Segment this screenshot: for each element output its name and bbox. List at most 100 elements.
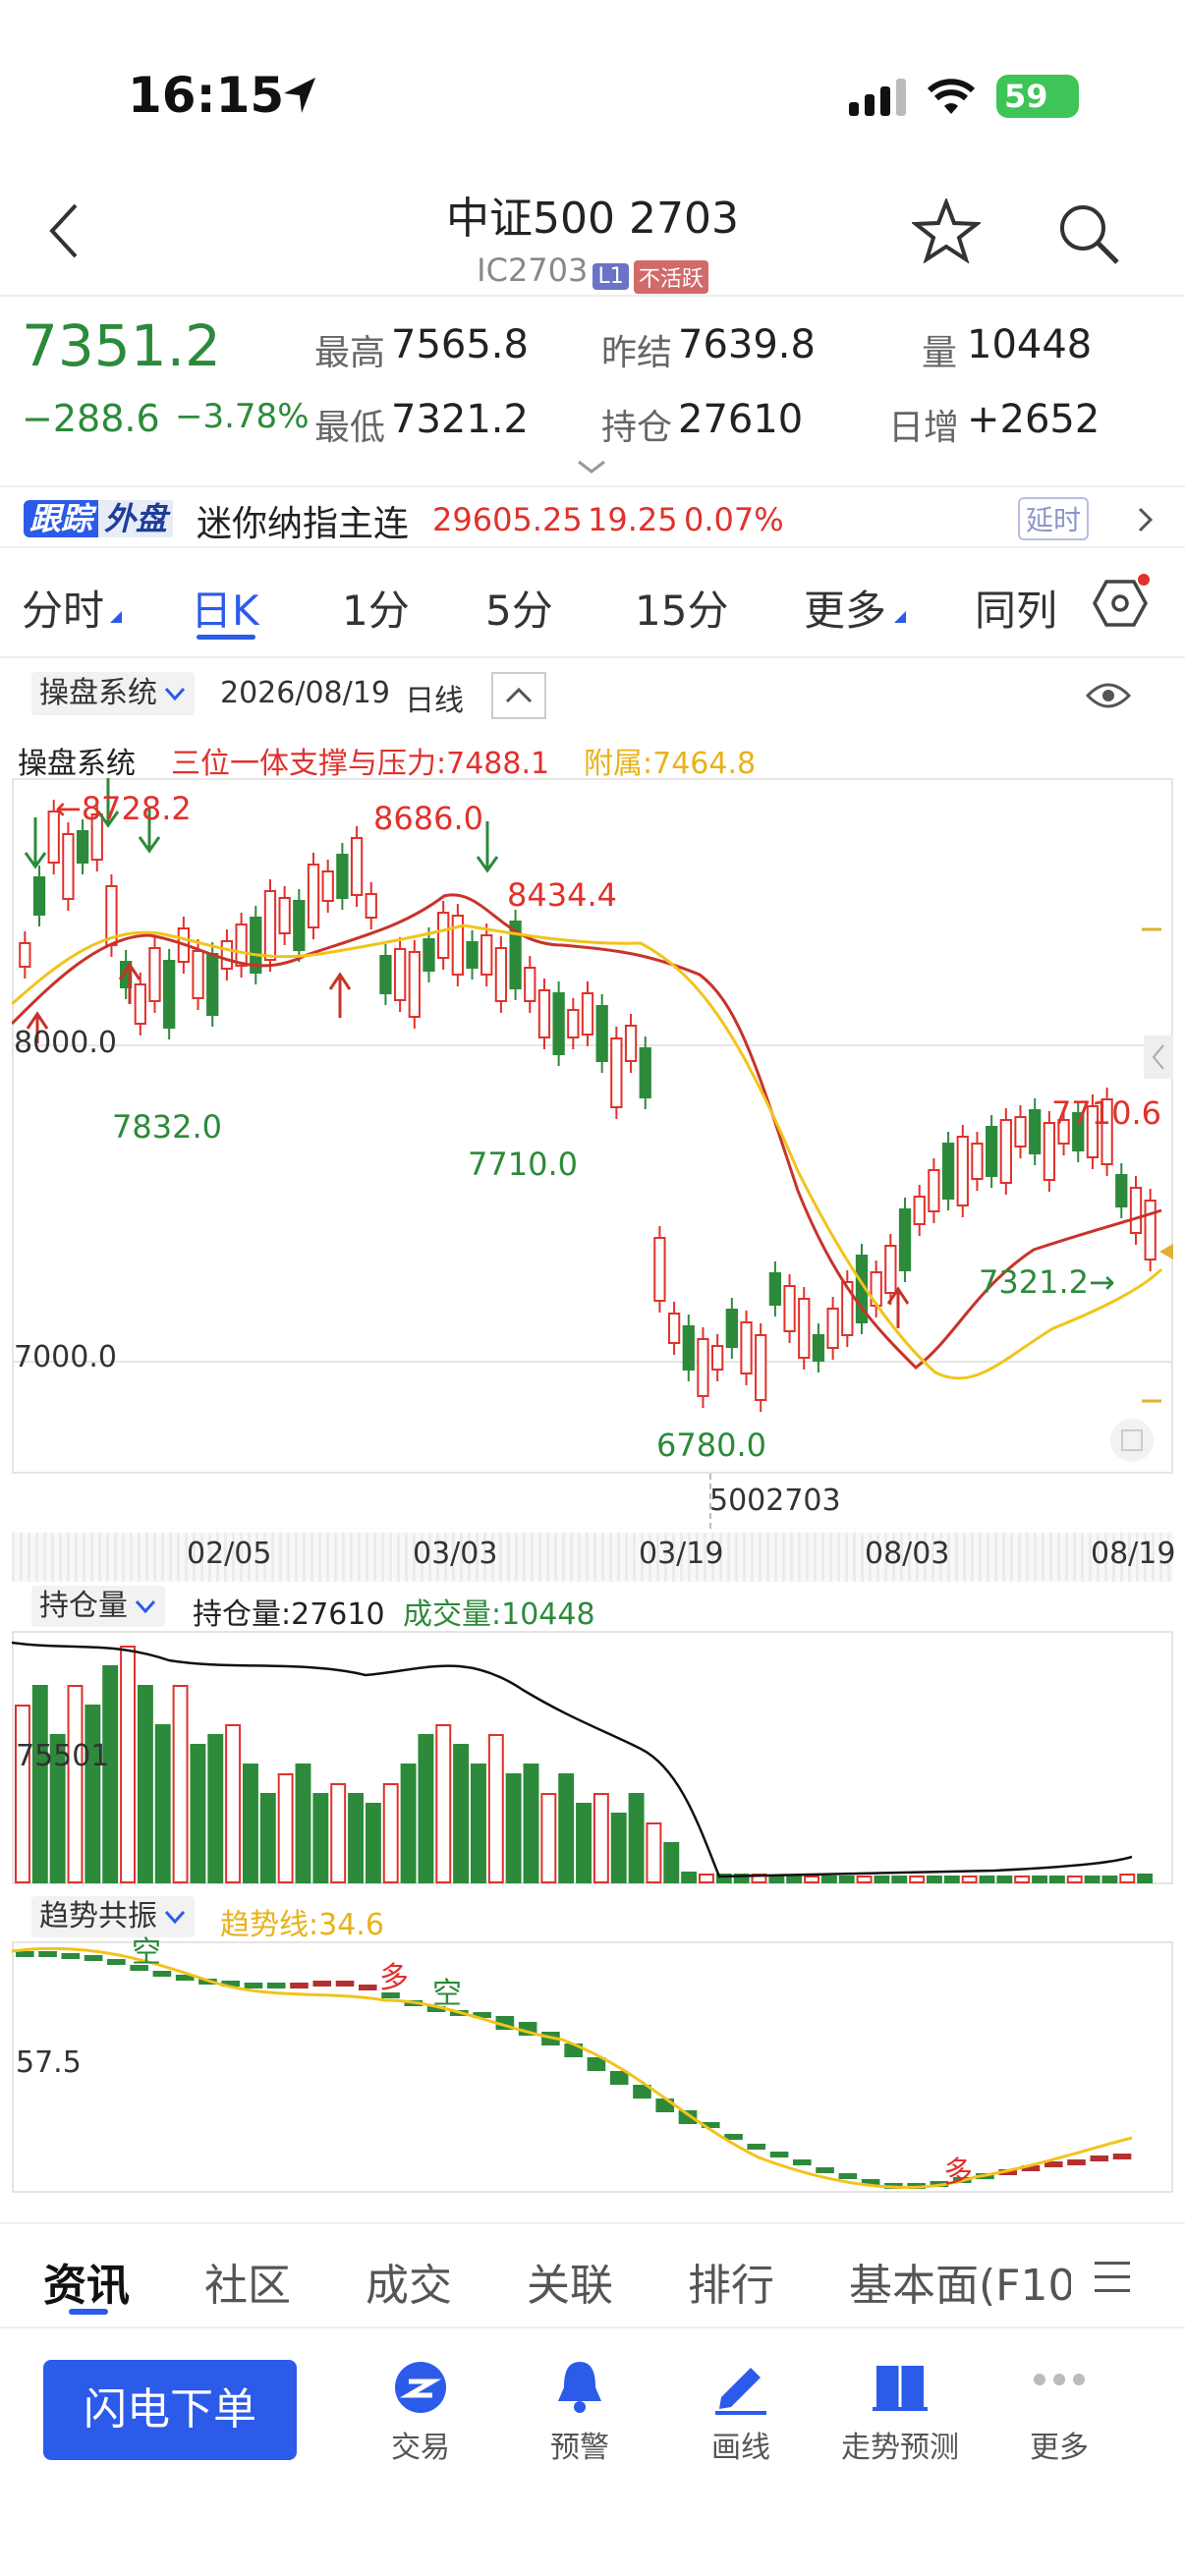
settings-hexagon-icon[interactable] <box>1091 574 1150 633</box>
open-interest-label: 持仓 <box>601 408 673 448</box>
candle-body <box>812 1334 825 1362</box>
price-change-pct: −3.78% <box>175 397 310 436</box>
battery-indicator: 59 <box>996 75 1079 118</box>
tab-news[interactable]: 资讯 <box>43 2250 130 2313</box>
candle-body <box>986 1126 998 1177</box>
volume-bar <box>979 1876 995 1883</box>
candle-body <box>423 938 435 972</box>
trend-y-label: 57.5 <box>16 2045 82 2080</box>
y-label-7000: 7000.0 <box>14 1340 117 1374</box>
volume-bar <box>435 1724 452 1883</box>
tab-community[interactable]: 社区 <box>204 2250 291 2313</box>
tab-trades[interactable]: 成交 <box>366 2250 452 2313</box>
candle-body <box>379 955 392 994</box>
expand-chevron-icon[interactable] <box>575 458 608 476</box>
tab-more[interactable]: 更多 <box>804 578 886 638</box>
volume-bar <box>85 1705 101 1883</box>
divider <box>0 2326 1185 2328</box>
tab-related[interactable]: 关联 <box>527 2250 613 2313</box>
candle-body <box>437 912 450 959</box>
trend-marker: 多 <box>943 2156 973 2190</box>
volume-bar <box>190 1744 206 1883</box>
volume-bar <box>592 1793 609 1883</box>
nav-alert-label[interactable]: 预警 <box>501 2423 658 2466</box>
volume-bar <box>646 1822 662 1883</box>
nav-draw-label[interactable]: 画线 <box>662 2423 819 2466</box>
volume-bar <box>1101 1876 1118 1883</box>
candle-body <box>19 942 31 968</box>
trend-marker: 多 <box>379 1961 409 1995</box>
tab-ranking[interactable]: 排行 <box>688 2250 774 2313</box>
x-label: 08/03 <box>865 1537 950 1571</box>
volume-bar <box>1032 1876 1047 1883</box>
volume-bar <box>277 1773 294 1883</box>
trend-step <box>244 1983 263 1988</box>
tab-15min[interactable]: 15分 <box>635 578 728 638</box>
tab-fundamentals[interactable]: 基本面(F10 <box>849 2250 1071 2313</box>
tab-same-column[interactable]: 同列 <box>975 578 1057 638</box>
volume-bar <box>628 1793 645 1883</box>
quick-order-button[interactable]: 闪电下单 <box>43 2360 297 2460</box>
candle-body <box>913 1196 926 1225</box>
trend-line-value: 趋势线:34.6 <box>220 1908 384 1942</box>
candle-body <box>408 951 421 1018</box>
system-selector[interactable]: 操盘系统 <box>31 672 195 715</box>
candle-body <box>667 1313 681 1344</box>
candle-body <box>595 1005 608 1062</box>
collapse-up-icon[interactable] <box>491 672 546 719</box>
candle-body <box>350 837 364 896</box>
trend-selector[interactable]: 趋势共振 <box>31 1896 195 1937</box>
fullscreen-icon[interactable] <box>1110 1419 1154 1462</box>
candle-body <box>711 1345 724 1371</box>
chevron-right-icon[interactable] <box>1136 505 1156 534</box>
tab-5min[interactable]: 5分 <box>485 578 553 638</box>
candle-body <box>956 1136 969 1206</box>
more-dots-icon[interactable] <box>1032 2370 1087 2389</box>
trend-step <box>335 1981 355 1987</box>
trade-icon[interactable] <box>393 2360 448 2415</box>
nav-more-label[interactable]: 更多 <box>981 2423 1138 2466</box>
tab-timeshare-dropdown-icon <box>110 611 122 623</box>
volume-bar <box>295 1764 311 1883</box>
trend-step <box>1090 2156 1109 2161</box>
candle-body <box>163 960 176 1029</box>
candle-body <box>755 1334 767 1401</box>
tab-daily-k[interactable]: 日K <box>191 578 259 638</box>
tab-1min[interactable]: 1分 <box>342 578 410 638</box>
volume-bar <box>699 1874 714 1883</box>
alert-bell-icon[interactable] <box>552 2358 607 2415</box>
volume-value: 10448 <box>967 322 1093 367</box>
prev-settle-value: 7639.8 <box>678 322 816 367</box>
nav-trade-label[interactable]: 交易 <box>342 2423 499 2466</box>
chart-date: 2026/08/19 <box>220 676 390 710</box>
system-selector-label: 操盘系统 <box>39 676 157 710</box>
volume-bar <box>154 1724 171 1883</box>
side-expand-handle[interactable] <box>1144 1036 1173 1079</box>
signal-icon <box>849 79 906 116</box>
volume-bar <box>610 1813 627 1883</box>
forecast-book-icon[interactable] <box>871 2358 930 2415</box>
low-value: 7321.2 <box>391 397 529 442</box>
tab-more-dropdown-icon <box>894 611 906 623</box>
eye-icon[interactable] <box>1085 680 1132 711</box>
volume-bar <box>312 1793 329 1883</box>
candle-body <box>466 941 479 969</box>
candle-body <box>32 876 46 916</box>
candle-body <box>1129 1187 1143 1234</box>
volume-bar <box>1066 1876 1083 1883</box>
tab-timeshare[interactable]: 分时 <box>22 578 104 638</box>
menu-icon[interactable] <box>1093 2260 1132 2295</box>
oi-selector[interactable]: 持仓量 <box>31 1586 165 1627</box>
draw-line-icon[interactable] <box>711 2358 770 2415</box>
star-icon[interactable] <box>912 198 981 263</box>
search-icon[interactable] <box>1056 201 1121 266</box>
high-annotation-b: 8434.4 <box>507 876 617 914</box>
nav-forecast-label[interactable]: 走势预测 <box>819 2423 981 2466</box>
high-label: 最高 <box>314 333 386 373</box>
volume-bar <box>1084 1876 1100 1883</box>
candle-body <box>725 1309 738 1348</box>
candle-body <box>235 924 248 967</box>
candle-body <box>682 1325 695 1371</box>
trend-step <box>266 1983 286 1988</box>
page-title: 中证500 2703 <box>446 194 739 244</box>
